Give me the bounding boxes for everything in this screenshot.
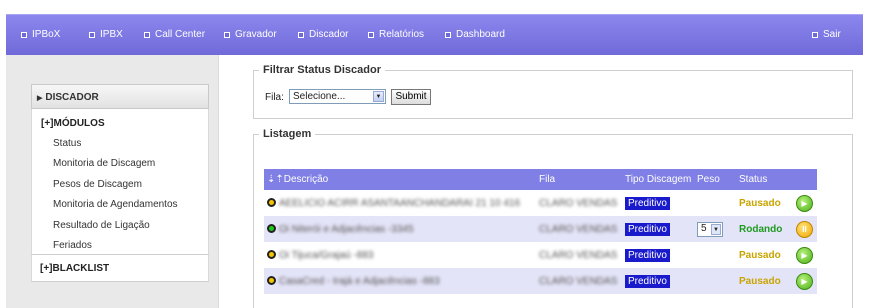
cell-peso: 5 ▼ (694, 216, 736, 242)
table-row: Oi Niterói e Adjacências -3345 CLARO VEND… (264, 216, 817, 242)
cell-descricao: Oi Niterói e Adjacências -3345 (264, 216, 536, 242)
listing-legend: Listagem (263, 128, 312, 140)
submit-button[interactable]: Submit (391, 89, 431, 105)
col-tipo: Tipo Discagem (622, 169, 694, 190)
col-status: Status (736, 169, 793, 190)
cell-peso (694, 242, 736, 268)
square-icon (144, 31, 150, 38)
cell-action: II (793, 216, 817, 242)
sidebar-blacklist-toggle[interactable]: [+]BLACKLIST (40, 263, 109, 274)
cell-action: ▶ (793, 242, 817, 268)
status-text: Rodando (739, 223, 783, 235)
play-button[interactable]: ▶ (796, 246, 813, 264)
status-dot-icon (267, 250, 276, 260)
tipo-badge: Preditivo (625, 222, 670, 236)
cell-fila: CLARO VENDAS (536, 268, 622, 294)
discador-table: ⇣⇡Descrição Fila Tipo Discagem Peso Stat… (264, 169, 817, 294)
square-icon (224, 31, 230, 38)
divider (31, 254, 209, 255)
nav-item-call-center[interactable]: Call Center (144, 29, 205, 40)
tipo-badge: Preditivo (625, 274, 670, 288)
play-button[interactable]: ▶ (796, 194, 813, 212)
sidebar-item-status[interactable]: Status (53, 138, 81, 149)
col-peso: Peso (694, 169, 736, 190)
sort-icon[interactable]: ⇣⇡ (267, 174, 284, 185)
cell-status: Rodando (736, 216, 793, 242)
status-dot-icon (267, 224, 276, 234)
square-icon (812, 31, 818, 38)
chevron-down-icon: ▼ (373, 91, 384, 102)
top-nav-bar: IPBoX IPBX Call Center Gravador Discador… (6, 14, 863, 55)
cell-tipo: Preditivo (622, 216, 694, 242)
content-area: ▶ DISCADOR [+]MÓDULOS Status Monitoria de… (6, 55, 863, 308)
cell-action: ▶ (793, 190, 817, 216)
cell-peso (694, 268, 736, 294)
cell-status: Pausado (736, 268, 793, 294)
triangle-right-icon: ▶ (37, 95, 43, 102)
play-button[interactable]: ▶ (796, 272, 813, 290)
peso-select[interactable]: 5 ▼ (697, 221, 723, 237)
page: IPBoX IPBX Call Center Gravador Discador… (0, 0, 877, 308)
sidebar-item-feriados[interactable]: Feriados (53, 240, 92, 251)
cell-tipo: Preditivo (622, 268, 694, 294)
sidebar: ▶ DISCADOR [+]MÓDULOS Status Monitoria de… (6, 55, 218, 308)
fila-label: Fila: (265, 92, 284, 103)
status-text: Pausado (739, 249, 781, 261)
status-text: Pausado (739, 275, 781, 287)
table-row: AEELICIO ACIRR ASANTAANCHANDARAI 21 10 4… (264, 190, 817, 216)
square-icon (368, 31, 374, 38)
filter-legend: Filtrar Status Discador (263, 64, 381, 76)
listing-panel: Listagem ⇣⇡Descrição Fila Tipo Discagem … (253, 128, 853, 308)
nav-item-discador[interactable]: Discador (298, 29, 348, 40)
cell-descricao: Oi Tijuca/Grajaú -883 (264, 242, 536, 268)
square-icon (298, 31, 304, 38)
sidebar-item-resultado-ligacao[interactable]: Resultado de Ligação (53, 220, 150, 231)
cell-action: ▶ (793, 268, 817, 294)
cell-tipo: Preditivo (622, 242, 694, 268)
nav-item-dashboard[interactable]: Dashboard (445, 29, 505, 40)
cell-descricao: CasaCred - Irajá e Adjacências -883 (264, 268, 536, 294)
tipo-badge: Preditivo (625, 248, 670, 262)
fila-select[interactable]: Selecione... ▼ (289, 89, 386, 104)
filter-panel: Filtrar Status Discador Fila: Selecione.… (253, 64, 853, 119)
cell-fila: CLARO VENDAS (536, 190, 622, 216)
pause-button[interactable]: II (796, 220, 813, 238)
nav-item-ipbox[interactable]: IPBoX (21, 29, 60, 40)
cell-descricao: AEELICIO ACIRR ASANTAANCHANDARAI 21 10 4… (264, 190, 536, 216)
table-row: Oi Tijuca/Grajaú -883 CLARO VENDAS Prediti… (264, 242, 817, 268)
square-icon (21, 31, 27, 38)
status-text: Pausado (739, 197, 781, 209)
chevron-down-icon: ▼ (711, 223, 721, 235)
nav-item-logout[interactable]: Sair (812, 29, 841, 40)
divider (31, 281, 209, 282)
square-icon (445, 31, 451, 38)
square-icon (89, 31, 95, 38)
cell-status: Pausado (736, 242, 793, 268)
sidebar-modules-toggle[interactable]: [+]MÓDULOS (41, 118, 105, 129)
sidebar-item-monitoria-discagem[interactable]: Monitoria de Discagem (53, 158, 155, 169)
cell-tipo: Preditivo (622, 190, 694, 216)
sidebar-menu: [+]MÓDULOS Status Monitoria de Discagem … (31, 109, 209, 281)
col-fila: Fila (536, 169, 622, 190)
col-descricao[interactable]: ⇣⇡Descrição (264, 169, 536, 190)
cell-fila: CLARO VENDAS (536, 242, 622, 268)
sidebar-header[interactable]: ▶ DISCADOR (31, 84, 209, 109)
table-header-row: ⇣⇡Descrição Fila Tipo Discagem Peso Stat… (264, 169, 817, 190)
main-nav: IPBoX IPBX Call Center Gravador Discador… (6, 15, 863, 56)
cell-status: Pausado (736, 190, 793, 216)
nav-item-ipbx[interactable]: IPBX (89, 29, 123, 40)
status-dot-icon (267, 276, 276, 286)
sidebar-item-pesos-discagem[interactable]: Pesos de Discagem (53, 179, 142, 190)
sidebar-item-monitoria-agendamentos[interactable]: Monitoria de Agendamentos (53, 199, 178, 210)
col-action (793, 169, 817, 190)
cell-fila: CLARO VENDAS (536, 216, 622, 242)
tipo-badge: Preditivo (625, 196, 670, 210)
main-panel: Filtrar Status Discador Fila: Selecione.… (218, 55, 863, 308)
nav-item-gravador[interactable]: Gravador (224, 29, 277, 40)
cell-peso (694, 190, 736, 216)
status-dot-icon (267, 198, 276, 208)
nav-item-relatorios[interactable]: Relatórios (368, 29, 424, 40)
table-row: CasaCred - Irajá e Adjacências -883 CLARO… (264, 268, 817, 294)
